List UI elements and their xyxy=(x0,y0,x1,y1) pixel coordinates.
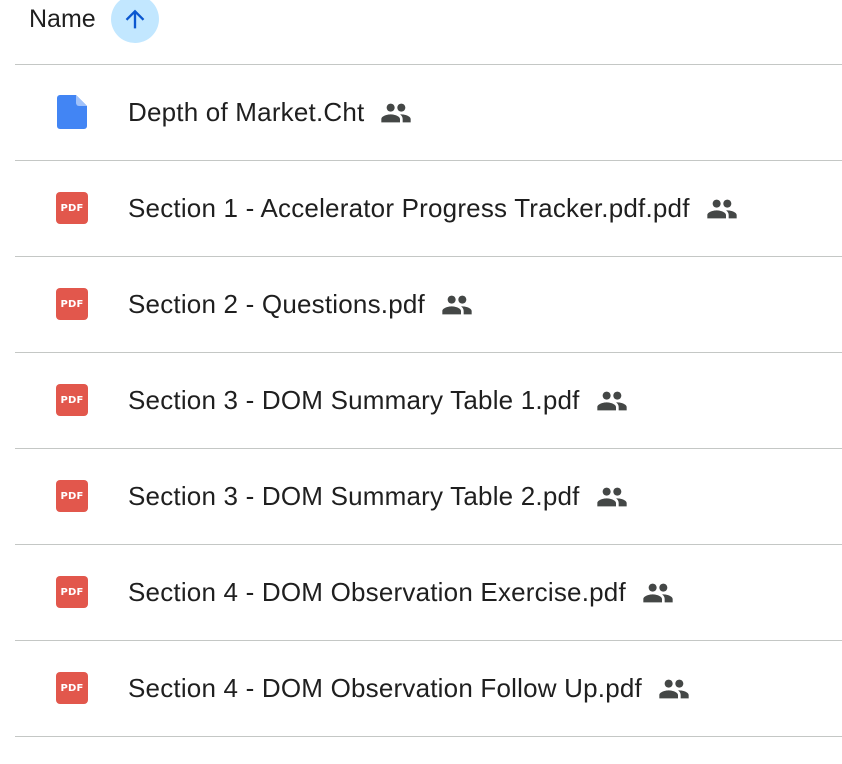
file-row-content: Section 2 - Questions.pdf xyxy=(128,257,473,352)
people-icon xyxy=(441,289,473,321)
file-name: Section 4 - DOM Observation Exercise.pdf xyxy=(128,577,626,607)
doc-file-icon xyxy=(55,95,89,129)
pdf-file-icon: PDF xyxy=(55,191,89,225)
file-row[interactable]: PDF Section 4 - DOM Observation Follow U… xyxy=(15,641,842,737)
file-row[interactable]: Depth of Market.Cht xyxy=(15,65,842,161)
file-name: Section 3 - DOM Summary Table 1.pdf xyxy=(128,385,580,415)
arrow-upward-icon xyxy=(125,9,145,29)
file-row[interactable]: PDF Section 3 - DOM Summary Table 1.pdf xyxy=(15,353,842,449)
file-row[interactable]: PDF Section 4 - DOM Observation Exercise… xyxy=(15,545,842,641)
file-name: Depth of Market.Cht xyxy=(128,97,365,127)
people-icon xyxy=(596,481,628,513)
file-row[interactable]: PDF Section 2 - Questions.pdf xyxy=(15,257,842,353)
file-row-content: Section 4 - DOM Observation Exercise.pdf xyxy=(128,545,674,640)
pdf-file-icon: PDF xyxy=(55,671,89,705)
file-row-content: Depth of Market.Cht xyxy=(128,65,412,160)
file-row-content: Section 3 - DOM Summary Table 1.pdf xyxy=(128,353,628,448)
file-list: Depth of Market.Cht PDF Section 1 - Acce… xyxy=(15,65,842,737)
people-icon xyxy=(658,673,690,705)
file-name: Section 1 - Accelerator Progress Tracker… xyxy=(128,193,690,223)
file-row-content: Section 3 - DOM Summary Table 2.pdf xyxy=(128,449,628,544)
pdf-badge: PDF xyxy=(56,288,88,320)
pdf-file-icon: PDF xyxy=(55,479,89,513)
pdf-file-icon: PDF xyxy=(55,575,89,609)
people-icon xyxy=(380,97,412,129)
pdf-badge: PDF xyxy=(56,576,88,608)
pdf-file-icon: PDF xyxy=(55,287,89,321)
file-name: Section 4 - DOM Observation Follow Up.pd… xyxy=(128,673,642,703)
pdf-badge: PDF xyxy=(56,384,88,416)
pdf-file-icon: PDF xyxy=(55,383,89,417)
people-icon xyxy=(642,577,674,609)
people-icon xyxy=(596,385,628,417)
pdf-badge: PDF xyxy=(56,480,88,512)
file-list-header: Name xyxy=(15,0,842,65)
people-icon xyxy=(706,193,738,225)
file-name: Section 2 - Questions.pdf xyxy=(128,289,425,319)
file-row-content: Section 1 - Accelerator Progress Tracker… xyxy=(128,161,738,256)
pdf-badge: PDF xyxy=(56,672,88,704)
file-row-content: Section 4 - DOM Observation Follow Up.pd… xyxy=(128,641,690,736)
file-row[interactable]: PDF Section 1 - Accelerator Progress Tra… xyxy=(15,161,842,257)
name-column-header[interactable]: Name xyxy=(29,5,96,33)
file-row[interactable]: PDF Section 3 - DOM Summary Table 2.pdf xyxy=(15,449,842,545)
file-name: Section 3 - DOM Summary Table 2.pdf xyxy=(128,481,580,511)
sort-ascending-button[interactable] xyxy=(111,0,159,43)
pdf-badge: PDF xyxy=(56,192,88,224)
